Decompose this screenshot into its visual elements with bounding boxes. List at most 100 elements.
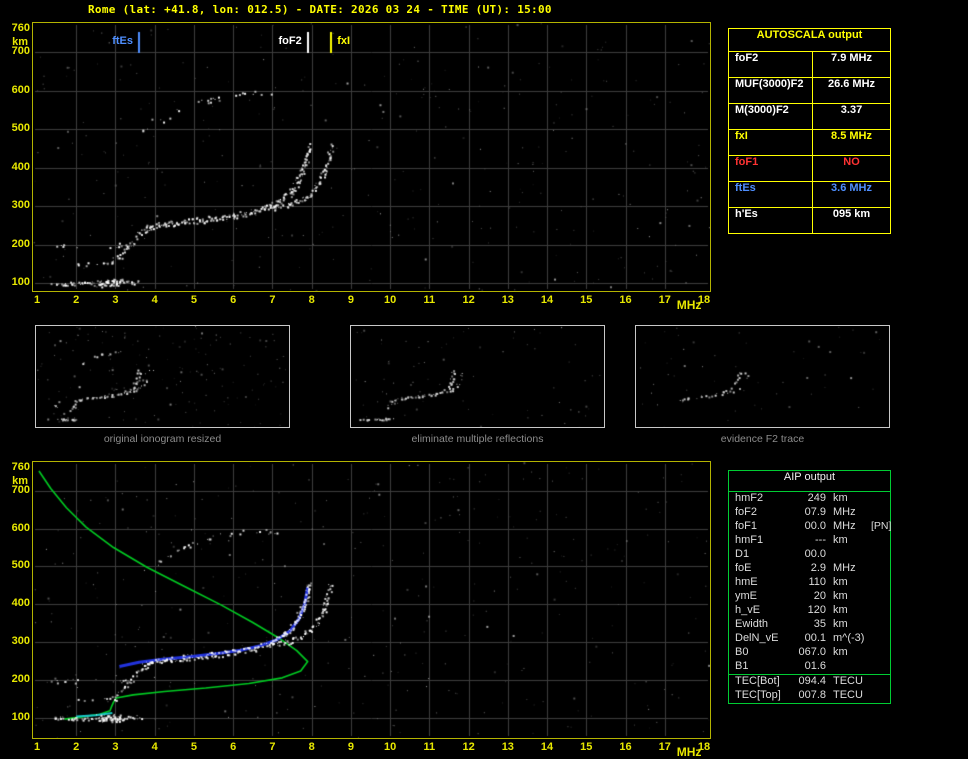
x-axis-tick: 12 (462, 741, 475, 753)
aip-row: ymE 20 km (729, 590, 890, 604)
autoscala-row-label: foF2 (735, 52, 759, 64)
aip-row-note (871, 506, 890, 520)
x-axis-tick: 14 (540, 741, 554, 753)
thumb-f2trace-caption: evidence F2 trace (720, 433, 805, 445)
autoscala-row-value: 7.9 MHz (812, 52, 890, 77)
y-axis-tick: 500 (11, 559, 30, 572)
x-axis-tick: 10 (383, 741, 397, 753)
autoscala-row-value: NO (812, 156, 890, 181)
x-axis-tick: 17 (658, 741, 671, 753)
aip-row-name: TEC[Bot] (735, 675, 780, 687)
aip-row-note (871, 492, 890, 506)
autoscala-row: MUF(3000)F2 26.6 MHz (729, 78, 890, 104)
aip-row: D1 00.0 (729, 548, 890, 562)
autoscala-row-label: M(3000)F2 (735, 104, 789, 116)
aip-row-note (871, 632, 890, 646)
thumb-original-panel (35, 325, 290, 428)
aip-row-value: 07.9 (804, 506, 826, 518)
autoscala-row: ftEs 3.6 MHz (729, 182, 890, 208)
aip-row-value: 094.4 (798, 675, 826, 687)
y-axis-tick: 500 (11, 122, 30, 135)
x-axis-tick: 4 (151, 294, 158, 306)
aip-row-name: TEC[Top] (735, 689, 781, 701)
top-ionogram-canvas (33, 23, 710, 291)
x-axis-tick: 3 (112, 294, 119, 306)
aip-row: TEC[Top] 007.8 TECU (729, 689, 890, 703)
x-axis-tick: 15 (580, 741, 593, 753)
x-axis-unit-label: MHz (676, 745, 702, 759)
autoscala-row-label: h'Es (735, 208, 758, 220)
autoscala-row-value: 3.6 MHz (812, 182, 890, 207)
autoscala-row: fxI 8.5 MHz (729, 130, 890, 156)
x-axis-tick: 6 (230, 294, 237, 306)
y-axis-tick: 760 (11, 22, 30, 34)
aip-row-name: hmF1 (735, 534, 764, 546)
x-axis-tick: 9 (347, 294, 354, 306)
x-axis-tick: 7 (269, 294, 276, 306)
aip-row-value: --- (815, 534, 826, 546)
aip-row-note (871, 548, 890, 562)
aip-row: foF2 07.9 MHz (729, 506, 890, 520)
aip-row-name: Ewidth (735, 618, 769, 630)
autoscala-row-label: MUF(3000)F2 (735, 78, 804, 90)
aip-row-name: foF1 (735, 520, 758, 532)
x-axis-tick: 13 (501, 741, 514, 753)
aip-row: h_vE 120 km (729, 604, 890, 618)
aip-row-name: ymE (735, 590, 757, 602)
aip-table-title: AIP output (729, 471, 890, 492)
x-axis-tick: 5 (190, 294, 197, 306)
aip-row-value: 00.1 (804, 632, 826, 644)
autoscala-row: foF2 7.9 MHz (729, 52, 890, 78)
aip-row-note: [PN] (871, 520, 892, 532)
x-axis-tick: 9 (347, 741, 354, 753)
aip-row-value: 067.0 (798, 646, 826, 658)
autoscala-row-label: fxI (735, 130, 748, 142)
autoscala-output-table: AUTOSCALA output foF2 7.9 MHz MUF(3000)F2 2… (728, 28, 891, 234)
aip-output-table: AIP output hmF2 249 km foF2 07.9 MHz foF1 00.0 M… (728, 470, 891, 704)
x-axis-tick: 8 (308, 294, 315, 306)
aip-row: hmE 110 km (729, 576, 890, 590)
thumb-filtered-canvas (351, 326, 604, 427)
autoscala-row: h'Es 095 km (729, 208, 890, 233)
aip-row-value: 120 (807, 604, 826, 616)
aip-row-note (871, 689, 890, 703)
ftEs-marker-label: ftEs (112, 35, 133, 47)
aip-row-value: 35 (813, 618, 826, 630)
x-axis-tick: 10 (383, 294, 397, 306)
aip-row-value: 01.6 (804, 660, 826, 672)
aip-row-name: B0 (735, 646, 749, 658)
autoscala-row-value: 3.37 (812, 104, 890, 129)
aip-row: B1 01.6 (729, 660, 890, 674)
autoscala-table-body: foF2 7.9 MHz MUF(3000)F2 26.6 MHz M(3000)F2 3… (729, 52, 890, 233)
foF2-marker-label: foF2 (278, 35, 302, 47)
aip-row: Ewidth 35 km (729, 618, 890, 632)
aip-row-note (871, 646, 890, 660)
thumb-original-canvas (36, 326, 289, 427)
x-axis-tick: 7 (269, 741, 276, 753)
aip-row-unit: TECU (833, 689, 863, 701)
y-axis-tick: 600 (11, 521, 30, 534)
thumb-filtered-caption: eliminate multiple reflections (411, 433, 544, 445)
aip-row-value: 249 (807, 492, 826, 504)
y-axis-tick: 400 (11, 160, 30, 173)
bottom-ionogram-canvas (33, 462, 710, 738)
fxI-marker-label: fxI (337, 35, 351, 47)
autoscala-row-label: ftEs (735, 182, 756, 194)
aip-row-note (871, 675, 890, 689)
x-axis-tick: 3 (112, 741, 119, 753)
aip-row-value: 20 (813, 590, 826, 602)
aip-row-value: 007.8 (798, 689, 826, 701)
aip-row-value: 2.9 (810, 562, 826, 574)
aip-row-unit: km (833, 604, 848, 616)
y-axis-tick: 100 (11, 276, 30, 288)
top-ionogram-panel (32, 22, 711, 292)
aip-row-unit (831, 660, 871, 674)
x-axis-tick: 16 (619, 294, 632, 306)
x-axis-tick: 6 (230, 741, 237, 753)
x-axis-tick: 16 (619, 741, 632, 753)
autoscala-row-value: 095 km (812, 208, 890, 233)
aip-row-name: hmF2 (735, 492, 764, 504)
x-axis-tick: 13 (501, 294, 514, 306)
aip-row-note (871, 618, 890, 632)
autoscala-app: Rome (lat: +41.8, lon: 012.5) - DATE: 20… (0, 0, 968, 759)
